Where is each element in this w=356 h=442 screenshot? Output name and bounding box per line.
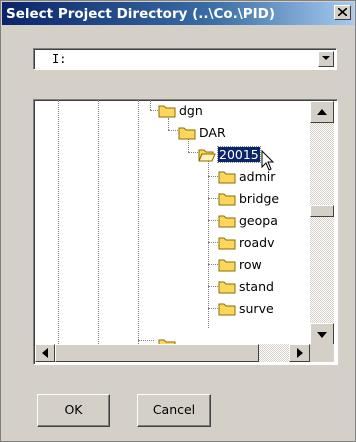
folder-icon [218,281,236,294]
close-icon [338,8,347,16]
horizontal-scroll-thumb[interactable] [55,344,259,362]
tree-guide-line [138,340,154,341]
tree-guide-line [208,220,218,221]
folder-icon [218,171,236,184]
tree-guide-line [208,286,218,287]
tree-item-label: dgn [179,103,203,118]
drive-select-value: I: [52,52,67,66]
ok-button[interactable]: OK [37,394,110,427]
tree-item-label: DAR [199,125,226,140]
tree-guide-line [58,100,59,344]
arrow-right-icon [297,348,303,358]
arrow-down-icon [317,332,327,338]
vertical-scroll-thumb[interactable] [310,205,334,217]
arrow-left-icon [42,348,48,358]
folder-icon [218,259,236,272]
tree-item-label: bridge [239,191,280,206]
tree-guide-line [208,308,218,309]
tree-guide-line [168,118,169,130]
tree-item-label: row [239,257,262,272]
tree-item-label: geopa [239,213,278,228]
arrow-up-icon [317,109,327,115]
folder-icon [218,237,236,250]
tree-guide-line [208,176,218,177]
scroll-left-button[interactable] [35,344,55,362]
tree-guide-line [150,110,158,111]
tree-guide-line [188,152,198,153]
mouse-cursor-icon [261,150,275,171]
tree-guide-line [208,264,218,265]
chevron-down-icon [322,56,330,60]
cancel-button[interactable]: Cancel [137,394,211,427]
tree-guide-line [168,130,178,131]
scroll-right-button[interactable] [289,344,310,362]
tree-guide-line [150,100,151,110]
tree-item-label: roadv [239,235,275,250]
folder-open-icon [178,127,196,140]
vertical-scrollbar[interactable] [310,101,334,345]
dialog-window: Select Project Directory (..\Co.\PID) I: [0,0,356,442]
folder-icon [218,303,236,316]
tree-guide-line [138,100,139,344]
scroll-down-button[interactable] [310,323,334,345]
folder-icon [218,215,236,228]
tree-item-label: 20015 [217,146,261,163]
directory-tree[interactable]: dgn DAR 20015 admir bridge geopa roadv r… [33,99,338,365]
scroll-up-button[interactable] [310,101,334,123]
tree-guide-line [208,198,218,199]
tree-item-label: stand [239,279,274,294]
drive-select-dropdown-button[interactable] [318,51,334,67]
folder-open-icon [198,149,216,162]
tree-guide-line [188,138,189,152]
tree-guide-line [208,242,218,243]
folder-icon [218,193,236,206]
scrollbar-corner [310,344,334,362]
title-bar[interactable]: Select Project Directory (..\Co.\PID) [2,2,354,25]
tree-item-label: surve [239,301,274,316]
tree-guide-line [208,160,209,328]
tree-guide-line [98,100,99,344]
drive-select[interactable]: I: [33,48,337,70]
folder-icon [158,105,176,118]
close-button[interactable] [334,5,351,20]
horizontal-scrollbar[interactable] [35,344,310,362]
window-title: Select Project Directory (..\Co.\PID) [6,6,276,22]
